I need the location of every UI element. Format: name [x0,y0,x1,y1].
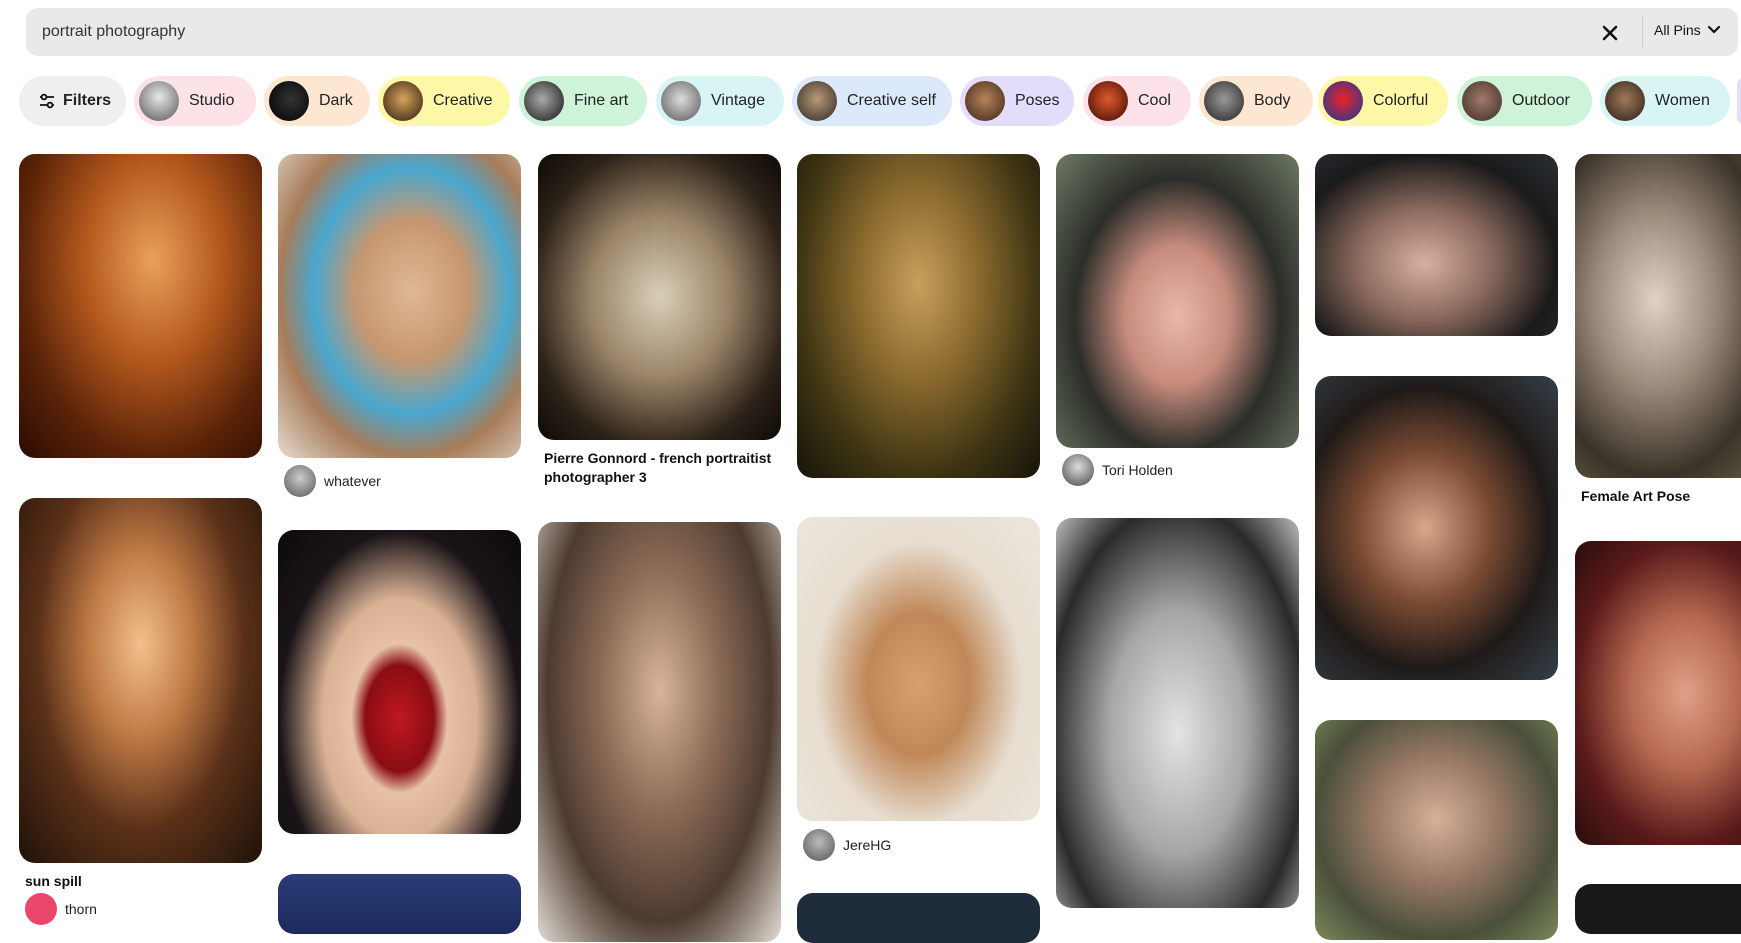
pin-image[interactable] [1575,154,1741,478]
avatar [1062,454,1094,486]
chip-fine-art[interactable]: Fine art [519,76,647,126]
chip-label: Fine art [574,92,629,109]
sliders-icon [40,93,54,109]
clear-search-button[interactable] [1597,20,1623,46]
chip-label: Creative [433,92,493,109]
chip-dark[interactable]: Dark [264,76,370,126]
chip-label: Vintage [711,92,765,109]
chip-thumbnail [1605,81,1645,121]
chip-cool[interactable]: Cool [1083,76,1191,126]
owner-name: JereHG [843,837,892,853]
pin-image[interactable] [797,893,1040,943]
chip-thumbnail [1323,81,1363,121]
chip-colorful[interactable]: Colorful [1318,76,1448,126]
pin-image[interactable] [19,498,262,863]
chip-thumbnail [269,81,309,121]
pin-image[interactable] [538,522,781,942]
search-bar[interactable]: portrait photography All Pins [26,8,1738,56]
chip-vintage[interactable]: Vintage [656,76,784,126]
pin-image[interactable] [1056,518,1299,908]
chip-label: Body [1254,92,1291,109]
owner-name: whatever [324,473,381,489]
avatar [284,465,316,497]
chip-label: Dark [319,92,353,109]
pin-owner[interactable]: thorn [25,893,97,925]
pin-image[interactable] [1315,720,1558,940]
pin-title[interactable]: Female Art Pose [1581,487,1690,506]
avatar [25,893,57,925]
chip-thumbnail [139,81,179,121]
pin-image[interactable] [1056,154,1299,448]
chip-thumbnail [524,81,564,121]
owner-name: thorn [65,901,97,917]
pin-image[interactable] [1315,154,1558,336]
pin-image[interactable] [1315,376,1558,680]
pin-image[interactable] [797,517,1040,821]
search-input[interactable]: portrait photography [42,23,185,41]
owner-name: Tori Holden [1102,462,1173,478]
chip-thumbnail [965,81,1005,121]
avatar [803,829,835,861]
chip-label: Outdoor [1512,92,1570,109]
chip-outdoor[interactable]: Outdoor [1457,76,1592,126]
pin-image[interactable] [538,154,781,440]
pin-image[interactable] [278,530,521,834]
pin-image[interactable] [278,154,521,458]
pin-image[interactable] [19,154,262,458]
pin-image[interactable] [797,154,1040,478]
chip-label: Cool [1138,92,1171,109]
chip-thumbnail [1088,81,1128,121]
filters-label: Filters [63,92,112,109]
chevron-down-icon [1707,25,1720,34]
chip-poses[interactable]: Poses [960,76,1074,126]
chip-creative-self[interactable]: Creative self [792,76,952,126]
filters-button[interactable]: Filters [19,76,126,126]
chip-label: Colorful [1373,92,1429,109]
chip-body[interactable]: Body [1199,76,1313,126]
scope-dropdown[interactable]: All Pins [1654,22,1721,38]
search-divider [1642,16,1643,48]
pin-owner[interactable]: JereHG [803,829,891,861]
chip-label: Studio [189,92,235,109]
chip-label: Creative self [847,92,936,109]
pin-owner[interactable]: Tori Holden [1062,454,1173,486]
chip-partial[interactable] [1737,76,1741,126]
scope-dropdown-label: All Pins [1654,22,1701,38]
chip-thumbnail [797,81,837,121]
pin-image[interactable] [1575,884,1741,934]
chip-women[interactable]: Women [1600,76,1730,126]
close-icon [1602,25,1618,41]
chip-thumbnail [383,81,423,121]
pin-title[interactable]: Pierre Gonnord - french portraitist phot… [544,449,779,487]
chip-thumbnail [661,81,701,121]
chip-label: Poses [1015,92,1060,109]
pin-image[interactable] [278,874,521,934]
pin-title[interactable]: sun spill [25,872,82,891]
chip-studio[interactable]: Studio [134,76,256,126]
pin-owner[interactable]: whatever [284,465,381,497]
chip-thumbnail [1462,81,1502,121]
chip-creative[interactable]: Creative [378,76,510,126]
chip-bar: Filters Studio Dark Creative Fine art Vi… [0,76,1741,126]
chip-thumbnail [1204,81,1244,121]
pin-image[interactable] [1575,541,1741,845]
chip-label: Women [1655,92,1710,109]
